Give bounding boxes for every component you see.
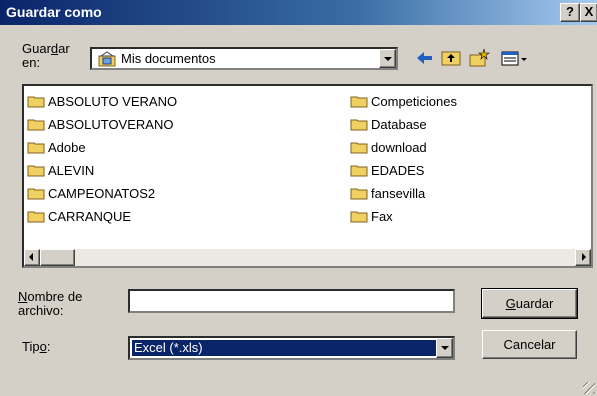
location-label-part2: ar [58, 41, 70, 56]
folder-icon [27, 164, 45, 177]
folder-item[interactable]: Adobe [27, 138, 86, 156]
location-label-part1: Guar [22, 41, 51, 56]
save-as-dialog: Guardar como ? X Guardar en: Mis documen… [0, 0, 597, 396]
location-label: Guardar en: [22, 42, 70, 70]
folder-item[interactable]: Competiciones [350, 92, 457, 110]
filetype-label-part1: Tip [22, 339, 40, 354]
up-folder-icon[interactable] [440, 47, 462, 69]
title-bar[interactable]: Guardar como ? X [0, 0, 597, 25]
folder-name: fansevilla [371, 185, 426, 201]
folder-icon [350, 164, 368, 177]
filetype-value: Excel (*.xls) [131, 339, 439, 357]
folder-item[interactable]: CAMPEONATOS2 [27, 184, 155, 202]
folder-item[interactable]: Database [350, 115, 427, 133]
folder-name: Adobe [48, 139, 86, 155]
filename-label: Nombre de archivo: [18, 290, 82, 318]
folder-icon [350, 141, 368, 154]
folder-name: EDADES [371, 162, 425, 178]
folder-name: CAMPEONATOS2 [48, 185, 156, 201]
new-folder-icon[interactable] [468, 47, 490, 69]
horizontal-scrollbar[interactable] [24, 249, 591, 266]
save-button-mnemonic: G [505, 296, 516, 311]
filetype-label: Tipo: [22, 340, 50, 354]
my-documents-icon [98, 51, 116, 67]
cancel-button[interactable]: Cancelar [482, 330, 577, 359]
folder-icon [350, 95, 368, 108]
folder-name: ALEVIN [48, 162, 95, 178]
folder-name: download [371, 139, 427, 155]
folder-item[interactable]: fansevilla [350, 184, 425, 202]
filename-label-mnemonic: N [18, 289, 28, 304]
window-title: Guardar como [6, 4, 102, 20]
folder-item[interactable]: ALEVIN [27, 161, 94, 179]
folder-icon [27, 187, 45, 200]
location-dropdown-arrow[interactable] [379, 49, 396, 68]
folder-icon [350, 187, 368, 200]
filename-label-part1: ombre de [27, 289, 83, 304]
location-label-line2: en: [22, 55, 41, 70]
folder-icon [27, 95, 45, 108]
filetype-select[interactable]: Excel (*.xls) [128, 336, 455, 360]
view-menu-icon[interactable] [500, 47, 530, 69]
folder-icon [27, 141, 45, 154]
folder-icon [350, 118, 368, 131]
folder-icon [350, 210, 368, 223]
resize-grip[interactable] [583, 382, 595, 394]
filetype-label-part2: : [46, 339, 51, 354]
folder-item[interactable]: CARRANQUE [27, 207, 131, 225]
folder-item[interactable]: ABSOLUTOVERANO [27, 115, 173, 133]
folder-name: Competiciones [371, 93, 457, 109]
folder-item[interactable]: download [350, 138, 427, 156]
scroll-thumb[interactable] [40, 249, 75, 266]
folder-item[interactable]: Fax [350, 207, 393, 225]
file-list[interactable]: ABSOLUTO VERANO ABSOLUTOVERANO Adobe ALE… [22, 84, 593, 268]
scroll-right-button[interactable] [575, 249, 591, 266]
help-button[interactable]: ? [560, 3, 580, 22]
back-arrow-icon[interactable] [414, 47, 436, 69]
close-button[interactable]: X [580, 3, 597, 22]
folder-name: Database [371, 116, 427, 132]
folder-name: Fax [371, 208, 393, 224]
folder-item[interactable]: ABSOLUTO VERANO [27, 92, 177, 110]
filetype-label-mnemonic: o [39, 339, 47, 354]
folder-icon [27, 118, 45, 131]
scroll-left-button[interactable] [24, 249, 40, 266]
location-value: Mis documentos [121, 51, 216, 66]
folder-name: ABSOLUTO VERANO [48, 93, 178, 109]
filename-label-line2: archivo: [18, 303, 64, 318]
save-button[interactable]: Guardar [481, 288, 578, 319]
folder-item[interactable]: EDADES [350, 161, 424, 179]
save-button-label: uardar [515, 296, 554, 311]
filename-input[interactable] [128, 289, 455, 313]
location-combo[interactable]: Mis documentos [90, 47, 398, 70]
filetype-dropdown-arrow[interactable] [436, 338, 453, 358]
folder-icon [27, 210, 45, 223]
folder-name: CARRANQUE [48, 208, 132, 224]
folder-name: ABSOLUTOVERANO [48, 116, 174, 132]
